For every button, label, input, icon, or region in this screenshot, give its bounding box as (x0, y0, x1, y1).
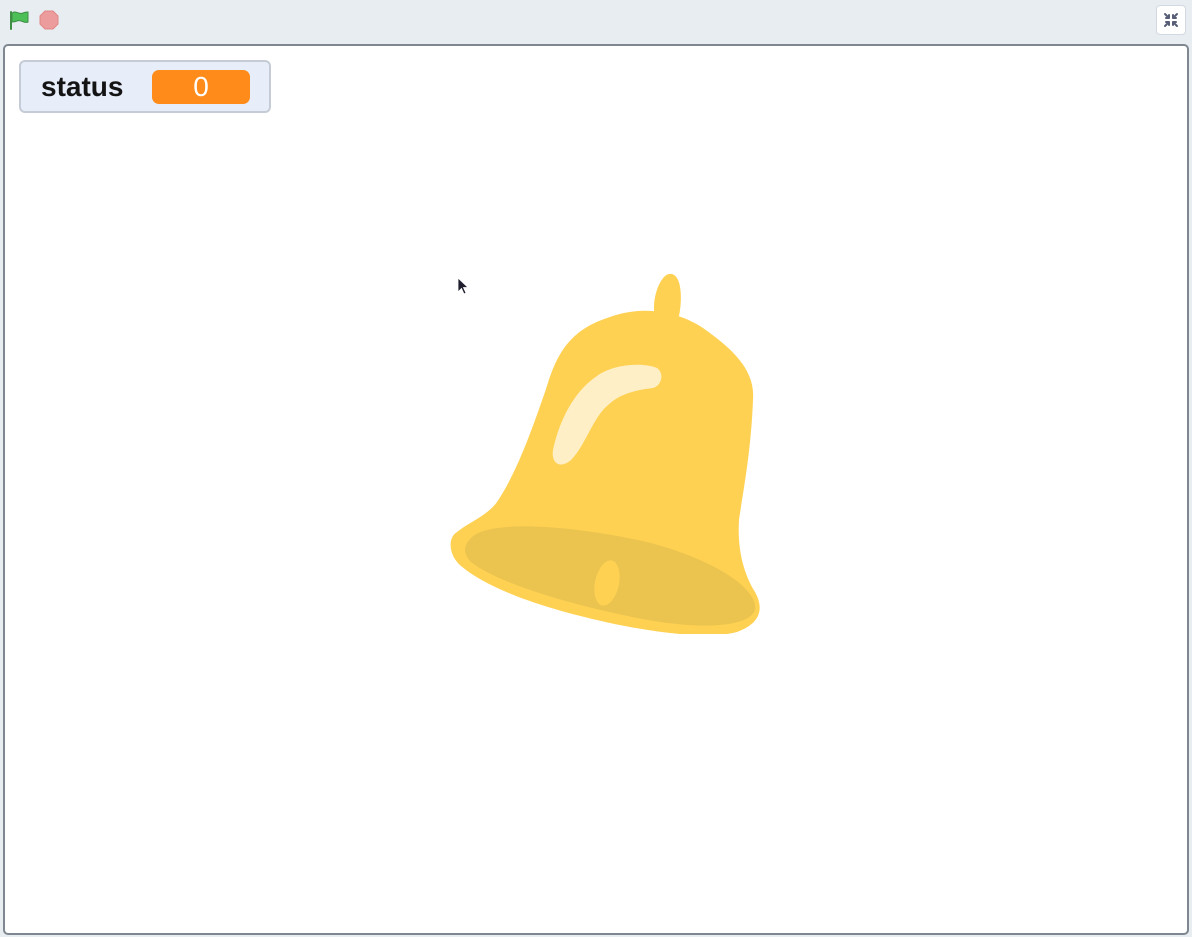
stop-sign-icon (39, 10, 59, 30)
exit-fullscreen-icon (1164, 13, 1178, 27)
stage-controls-bar (0, 0, 1192, 42)
bell-icon (450, 273, 760, 634)
green-flag-button[interactable] (8, 9, 30, 31)
exit-fullscreen-button[interactable] (1156, 5, 1186, 35)
monitor-value: 0 (152, 70, 250, 104)
stop-button[interactable] (38, 9, 60, 31)
stage-canvas[interactable]: status 0 (3, 44, 1189, 935)
monitor-label: status (41, 71, 124, 102)
green-flag-icon (10, 11, 29, 30)
mouse-pointer-icon (457, 277, 470, 295)
bell-sprite[interactable] (447, 272, 767, 634)
variable-monitor: status 0 (19, 60, 271, 113)
